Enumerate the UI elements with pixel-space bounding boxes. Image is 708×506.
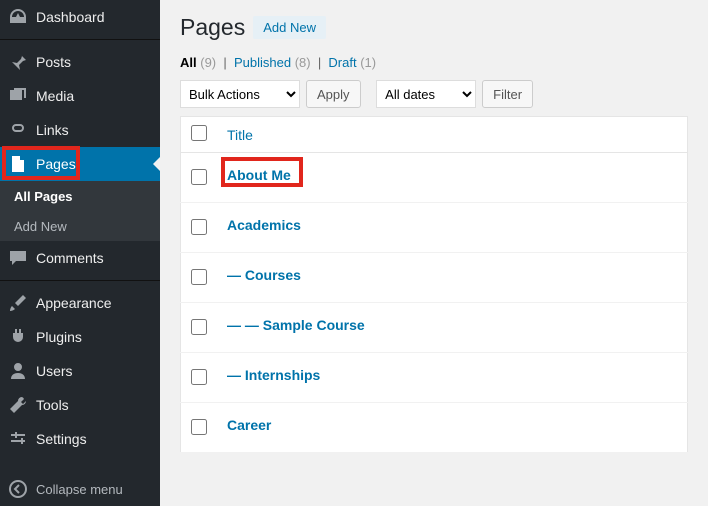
plug-icon [8, 327, 28, 347]
collapse-icon [8, 479, 28, 499]
sidebar-item-dashboard[interactable]: Dashboard [0, 0, 160, 34]
sidebar-item-label: Tools [36, 397, 69, 413]
row-checkbox[interactable] [191, 419, 207, 435]
admin-sidebar: Dashboard Posts Media Links Pages All [0, 0, 160, 506]
sidebar-item-label: Plugins [36, 329, 82, 345]
date-filter-select[interactable]: All dates [376, 80, 476, 108]
main-content: Pages Add New All (9) | Published (8) | … [160, 0, 708, 506]
table-row: Academics [181, 203, 688, 253]
submenu-item-all-pages[interactable]: All Pages [0, 181, 160, 211]
dashboard-icon [8, 7, 28, 27]
row-title-link[interactable]: — Courses [227, 267, 301, 283]
apply-button[interactable]: Apply [306, 80, 361, 108]
page-title: Pages [180, 14, 245, 41]
collapse-label: Collapse menu [36, 482, 123, 497]
sidebar-item-appearance[interactable]: Appearance [0, 286, 160, 320]
sidebar-item-label: Links [36, 122, 69, 138]
row-title-link[interactable]: — Internships [227, 367, 320, 383]
sidebar-item-label: Comments [36, 250, 104, 266]
sidebar-item-label: Pages [36, 156, 76, 172]
collapse-menu[interactable]: Collapse menu [0, 472, 160, 506]
sidebar-item-comments[interactable]: Comments [0, 241, 160, 275]
sidebar-item-users[interactable]: Users [0, 354, 160, 388]
filter-all-count: (9) [200, 55, 216, 70]
filter-published-count: (8) [295, 55, 311, 70]
status-filter-links: All (9) | Published (8) | Draft (1) [180, 55, 688, 70]
column-title[interactable]: Title [227, 127, 253, 143]
sidebar-item-label: Dashboard [36, 9, 105, 25]
user-icon [8, 361, 28, 381]
row-checkbox[interactable] [191, 319, 207, 335]
select-all-checkbox[interactable] [191, 125, 207, 141]
filter-draft-count: (1) [360, 55, 376, 70]
link-icon [8, 120, 28, 140]
sidebar-item-pages[interactable]: Pages [0, 147, 160, 181]
sidebar-item-media[interactable]: Media [0, 79, 160, 113]
pages-table: Title About Me Academics — Cours [180, 116, 688, 453]
sidebar-item-label: Users [36, 363, 73, 379]
table-row: — — Sample Course [181, 303, 688, 353]
sidebar-item-label: Posts [36, 54, 71, 70]
filter-all[interactable]: All [180, 55, 197, 70]
filter-draft[interactable]: Draft [328, 55, 356, 70]
table-row: — Courses [181, 253, 688, 303]
filter-published[interactable]: Published [234, 55, 291, 70]
table-row: Career [181, 403, 688, 453]
pin-icon [8, 52, 28, 72]
brush-icon [8, 293, 28, 313]
filter-button[interactable]: Filter [482, 80, 533, 108]
sidebar-item-label: Appearance [36, 295, 112, 311]
sliders-icon [8, 429, 28, 449]
row-checkbox[interactable] [191, 369, 207, 385]
sidebar-item-label: Media [36, 88, 74, 104]
row-title-link[interactable]: Career [227, 417, 271, 433]
sidebar-item-tools[interactable]: Tools [0, 388, 160, 422]
row-title-link[interactable]: — — Sample Course [227, 317, 365, 333]
submenu-item-add-new[interactable]: Add New [0, 211, 160, 241]
sidebar-item-plugins[interactable]: Plugins [0, 320, 160, 354]
row-title-link[interactable]: About Me [227, 167, 291, 183]
sidebar-item-label: Settings [36, 431, 87, 447]
media-icon [8, 86, 28, 106]
row-title-link[interactable]: Academics [227, 217, 301, 233]
row-checkbox[interactable] [191, 269, 207, 285]
add-new-button[interactable]: Add New [253, 16, 326, 39]
comment-icon [8, 248, 28, 268]
table-row: About Me [181, 153, 688, 203]
wrench-icon [8, 395, 28, 415]
sidebar-item-links[interactable]: Links [0, 113, 160, 147]
row-checkbox[interactable] [191, 169, 207, 185]
row-checkbox[interactable] [191, 219, 207, 235]
sidebar-item-posts[interactable]: Posts [0, 45, 160, 79]
sidebar-submenu-pages: All Pages Add New [0, 181, 160, 241]
table-row: — Internships [181, 353, 688, 403]
sidebar-item-settings[interactable]: Settings [0, 422, 160, 456]
pages-icon [8, 154, 28, 174]
bulk-actions-select[interactable]: Bulk Actions [180, 80, 300, 108]
